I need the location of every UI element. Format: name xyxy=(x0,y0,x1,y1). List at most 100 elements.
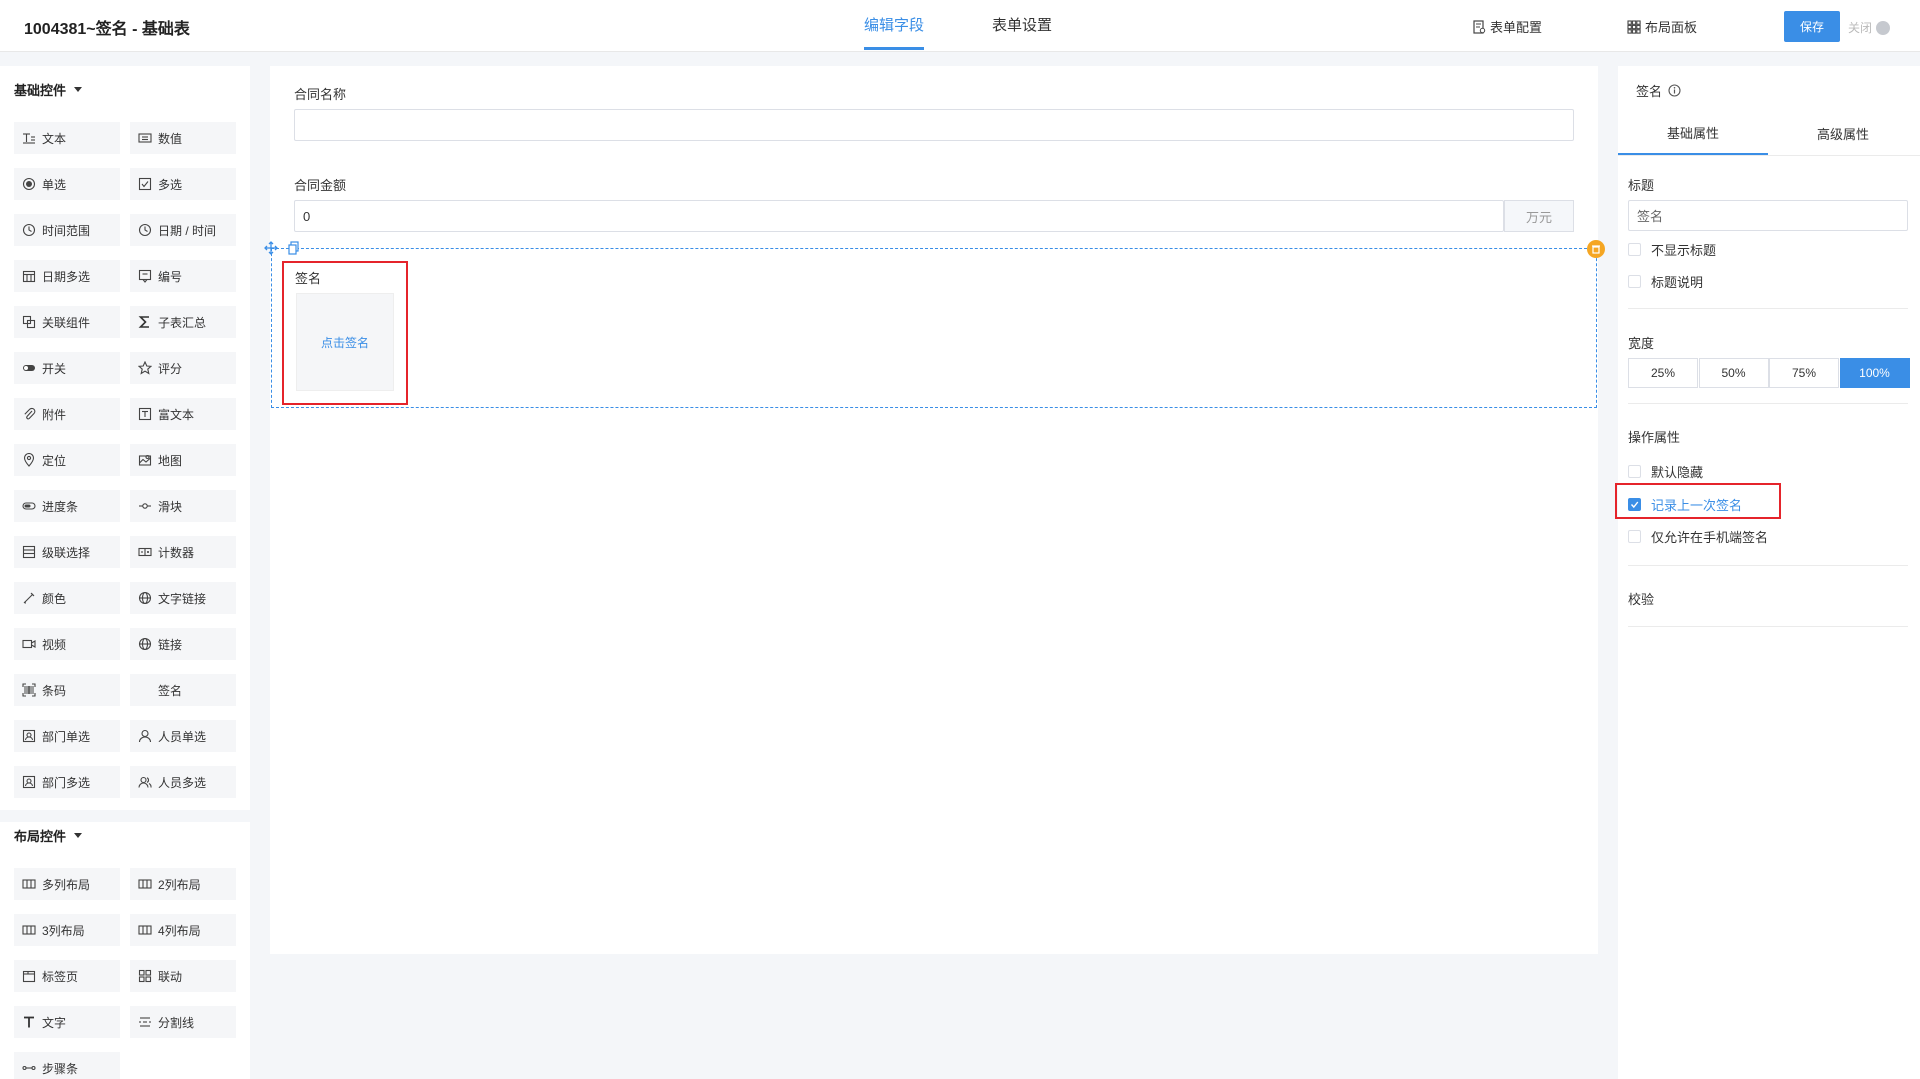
signature-pad[interactable]: 点击签名 xyxy=(296,293,394,391)
header-bar: 1004381~签名 - 基础表 编辑字段 表单设置 表单配置 布局面板 保存 … xyxy=(0,0,1920,52)
control-item[interactable]: 人员单选 xyxy=(130,720,236,752)
control-item[interactable]: 计数器 xyxy=(130,536,236,568)
video-icon xyxy=(22,637,36,651)
grid-icon xyxy=(138,969,152,983)
doc-settings-icon xyxy=(1472,19,1486,34)
control-item[interactable]: 附件 xyxy=(14,398,120,430)
columns-icon xyxy=(138,877,152,891)
control-item[interactable]: 日期多选 xyxy=(14,260,120,292)
info-icon[interactable] xyxy=(1668,84,1681,97)
close-toggle[interactable]: 关闭 xyxy=(1848,19,1891,36)
control-item[interactable]: 2列布局 xyxy=(130,868,236,900)
hide-title-label: 不显示标题 xyxy=(1651,243,1717,258)
control-item[interactable]: 文字 xyxy=(14,1006,120,1038)
tab-divider xyxy=(1618,155,1920,156)
control-item[interactable]: 链接 xyxy=(130,628,236,660)
record-last-checkbox[interactable]: 记录上一次签名 xyxy=(1628,495,1742,514)
control-item[interactable]: 级联选择 xyxy=(14,536,120,568)
control-item[interactable]: 人员多选 xyxy=(130,766,236,798)
mobile-only-checkbox[interactable]: 仅允许在手机端签名 xyxy=(1628,527,1768,546)
save-button[interactable]: 保存 xyxy=(1784,11,1840,42)
control-item[interactable]: 滑块 xyxy=(130,490,236,522)
contract-name-label: 合同名称 xyxy=(294,87,347,102)
control-item[interactable]: 4列布局 xyxy=(130,914,236,946)
control-item[interactable]: 关联组件 xyxy=(14,306,120,338)
mobile-only-label: 仅允许在手机端签名 xyxy=(1651,530,1769,545)
control-item-label: 文字 xyxy=(42,1015,67,1030)
map-icon xyxy=(138,453,152,467)
control-item[interactable]: 文本 xyxy=(14,122,120,154)
layout-panel-link[interactable]: 布局面板 xyxy=(1627,17,1697,36)
radio-icon xyxy=(22,177,36,191)
width-option[interactable]: 100% xyxy=(1839,358,1910,388)
width-option[interactable]: 25% xyxy=(1628,358,1698,388)
control-item-label: 步骤条 xyxy=(42,1061,79,1076)
control-item[interactable]: 子表汇总 xyxy=(130,306,236,338)
control-item[interactable]: 数值 xyxy=(130,122,236,154)
paperclip-icon xyxy=(22,407,36,421)
control-item[interactable]: 分割线 xyxy=(130,1006,236,1038)
divider-icon xyxy=(138,1015,152,1029)
T-icon xyxy=(22,1015,36,1029)
copy-icon[interactable] xyxy=(288,241,300,255)
control-item[interactable]: 部门单选 xyxy=(14,720,120,752)
title-desc-checkbox[interactable]: 标题说明 xyxy=(1628,272,1703,291)
control-item[interactable]: 颜色 xyxy=(14,582,120,614)
control-item[interactable]: 文字链接 xyxy=(130,582,236,614)
move-handle-icon[interactable] xyxy=(264,241,278,255)
layout-controls-title: 布局控件 xyxy=(14,829,67,844)
control-item-label: 条码 xyxy=(42,683,67,698)
contract-amount-input[interactable]: 0 xyxy=(294,200,1504,232)
tab-basic-props[interactable]: 基础属性 xyxy=(1618,111,1768,155)
calendar-icon xyxy=(22,269,36,283)
control-item[interactable]: 编号 xyxy=(130,260,236,292)
width-option[interactable]: 75% xyxy=(1769,358,1839,388)
layout-controls-header[interactable]: 布局控件 xyxy=(14,826,83,845)
contract-name-input[interactable] xyxy=(294,109,1574,141)
control-item-label: 分割线 xyxy=(158,1015,195,1030)
clock-icon xyxy=(138,223,152,237)
link-copy-icon xyxy=(22,315,36,329)
operation-section-label: 操作属性 xyxy=(1628,430,1681,445)
control-item[interactable]: 时间范围 xyxy=(14,214,120,246)
control-item[interactable]: 联动 xyxy=(130,960,236,992)
control-item[interactable]: 部门多选 xyxy=(14,766,120,798)
tab-form-settings[interactable]: 表单设置 xyxy=(992,14,1052,50)
dept-icon xyxy=(22,775,36,789)
hide-title-checkbox[interactable]: 不显示标题 xyxy=(1628,240,1716,259)
columns-icon xyxy=(22,923,36,937)
control-item[interactable]: 定位 xyxy=(14,444,120,476)
delete-icon[interactable] xyxy=(1587,240,1605,258)
layout-panel-label: 布局面板 xyxy=(1645,20,1698,35)
control-item[interactable]: 开关 xyxy=(14,352,120,384)
control-item[interactable]: 进度条 xyxy=(14,490,120,522)
title-input[interactable]: 签名 xyxy=(1628,200,1908,231)
control-item-label: 计数器 xyxy=(158,545,195,560)
title-section-label: 标题 xyxy=(1628,178,1655,193)
control-item[interactable]: 标签页 xyxy=(14,960,120,992)
basic-controls-header[interactable]: 基础控件 xyxy=(14,80,83,99)
width-option[interactable]: 50% xyxy=(1698,358,1769,388)
caret-down-icon xyxy=(74,833,83,838)
section-divider xyxy=(1628,626,1908,627)
control-item[interactable]: 地图 xyxy=(130,444,236,476)
control-item[interactable]: 单选 xyxy=(14,168,120,200)
control-item[interactable]: 富文本 xyxy=(130,398,236,430)
control-item[interactable]: 多列布局 xyxy=(14,868,120,900)
property-title: 签名 xyxy=(1636,81,1681,100)
default-hidden-checkbox[interactable]: 默认隐藏 xyxy=(1628,462,1703,481)
control-item-label: 关联组件 xyxy=(42,315,91,330)
control-item[interactable]: 日期 / 时间 xyxy=(130,214,236,246)
form-config-link[interactable]: 表单配置 xyxy=(1472,17,1542,36)
control-item[interactable]: 评分 xyxy=(130,352,236,384)
control-item[interactable]: 视频 xyxy=(14,628,120,660)
tab-edit-fields[interactable]: 编辑字段 xyxy=(864,14,925,50)
control-item[interactable]: 签名 xyxy=(130,674,236,706)
columns-icon xyxy=(138,923,152,937)
control-item[interactable]: 多选 xyxy=(130,168,236,200)
tab-advanced-props[interactable]: 高级属性 xyxy=(1768,111,1918,155)
control-item[interactable]: 步骤条 xyxy=(14,1052,120,1079)
control-item[interactable]: 条码 xyxy=(14,674,120,706)
control-item[interactable]: 3列布局 xyxy=(14,914,120,946)
selected-field-outline[interactable] xyxy=(271,248,1597,408)
